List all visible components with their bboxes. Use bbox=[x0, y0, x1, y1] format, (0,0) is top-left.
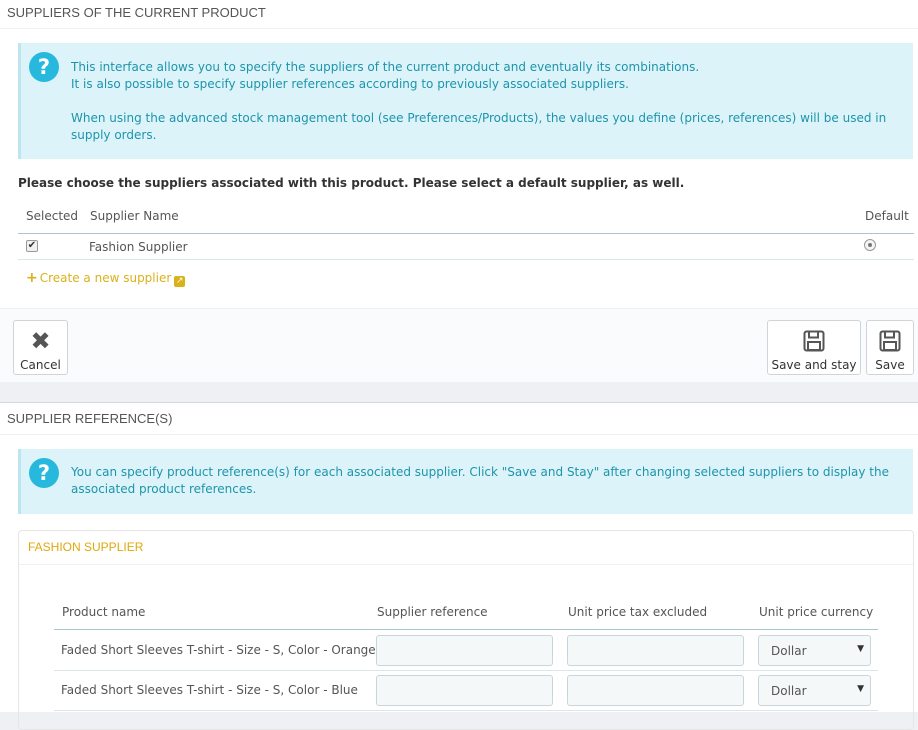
supplier-reference-input[interactable] bbox=[376, 675, 553, 706]
currency-value: Dollar bbox=[771, 644, 807, 658]
close-icon: ✖ bbox=[30, 327, 51, 355]
question-icon: ? bbox=[29, 52, 59, 82]
panel-footer: ✖ Cancel Save and stay Save bbox=[0, 308, 918, 382]
supplier-subheading: FASHION SUPPLIER bbox=[28, 540, 144, 554]
supplier-instruction: Please choose the suppliers associated w… bbox=[18, 176, 685, 190]
product-name-cell: Faded Short Sleeves T-shirt - Size - S, … bbox=[61, 683, 358, 697]
save-and-stay-label: Save and stay bbox=[771, 358, 857, 372]
supplier-reference-input[interactable] bbox=[376, 635, 553, 666]
supplier-selected-checkbox[interactable]: ✔ bbox=[26, 240, 38, 252]
external-link-icon: ↗ bbox=[174, 276, 186, 287]
suppliers-info-box: ? This interface allows you to specify t… bbox=[18, 43, 913, 159]
column-product-name: Product name bbox=[62, 605, 146, 619]
column-unit-price: Unit price tax excluded bbox=[568, 605, 708, 619]
product-name-cell: Faded Short Sleeves T-shirt - Size - S, … bbox=[61, 643, 376, 657]
currency-select[interactable]: Dollar ▼ bbox=[758, 675, 871, 706]
references-info-text: You can specify product reference(s) for… bbox=[71, 465, 889, 496]
currency-value: Dollar bbox=[771, 684, 807, 698]
save-label: Save bbox=[875, 358, 905, 372]
caret-down-icon: ▼ bbox=[857, 644, 864, 654]
info-line-2: It is also possible to specify supplier … bbox=[71, 77, 629, 91]
column-selected: Selected bbox=[26, 209, 79, 223]
create-supplier-label: Create a new supplier bbox=[39, 271, 172, 285]
save-and-stay-button[interactable]: Save and stay bbox=[767, 320, 861, 375]
column-unit-price-currency: Unit price currency bbox=[759, 605, 874, 619]
suppliers-heading: SUPPLIERS OF THE CURRENT PRODUCT bbox=[7, 5, 266, 20]
column-supplier-name: Supplier Name bbox=[90, 209, 179, 223]
info-line-3: When using the advanced stock management… bbox=[71, 111, 887, 142]
column-default: Default bbox=[865, 209, 909, 223]
caret-down-icon: ▼ bbox=[857, 684, 864, 694]
column-supplier-reference: Supplier reference bbox=[377, 605, 488, 619]
references-info-box: ? You can specify product reference(s) f… bbox=[18, 449, 913, 514]
supplier-references-panel: SUPPLIER REFERENCE(S) ? You can specify … bbox=[0, 402, 918, 730]
create-supplier-link[interactable]: + Create a new supplier ↗ bbox=[26, 270, 186, 287]
heading-divider bbox=[0, 28, 918, 29]
info-line-1: This interface allows you to specify the… bbox=[71, 60, 700, 74]
unit-price-input[interactable] bbox=[567, 675, 744, 706]
currency-select[interactable]: Dollar ▼ bbox=[758, 635, 871, 666]
row-divider bbox=[18, 259, 914, 260]
cancel-label: Cancel bbox=[20, 358, 61, 372]
table-header-divider bbox=[54, 629, 878, 630]
save-button[interactable]: Save bbox=[866, 320, 914, 375]
supplier-name: Fashion Supplier bbox=[89, 240, 188, 254]
unit-price-input[interactable] bbox=[567, 635, 744, 666]
row-divider bbox=[54, 670, 878, 671]
cancel-button[interactable]: ✖ Cancel bbox=[13, 320, 68, 375]
suppliers-panel: SUPPLIERS OF THE CURRENT PRODUCT ? This … bbox=[0, 0, 918, 382]
heading-divider bbox=[0, 434, 918, 435]
subheading-divider bbox=[19, 564, 913, 565]
plus-icon: + bbox=[26, 270, 38, 286]
question-icon: ? bbox=[29, 458, 59, 488]
save-icon bbox=[768, 330, 860, 354]
save-icon bbox=[867, 330, 913, 354]
references-heading: SUPPLIER REFERENCE(S) bbox=[7, 411, 173, 426]
table-header-divider bbox=[18, 233, 914, 234]
default-supplier-radio[interactable] bbox=[864, 239, 876, 251]
fashion-supplier-panel: FASHION SUPPLIER Product name Supplier r… bbox=[18, 530, 914, 730]
